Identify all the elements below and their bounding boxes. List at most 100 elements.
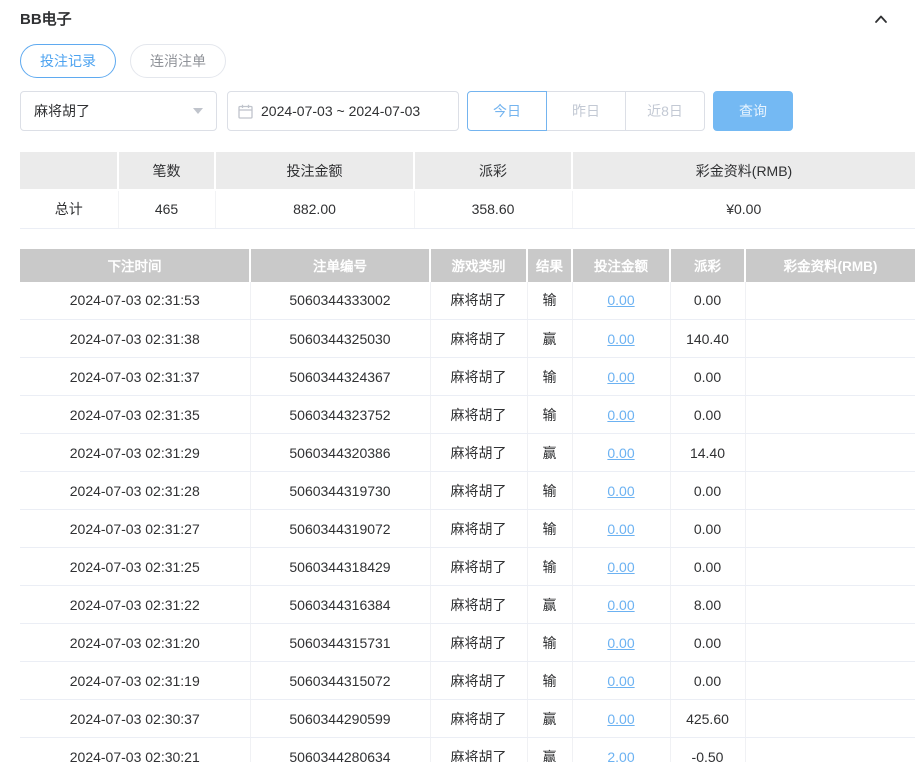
cell-result: 输 bbox=[527, 471, 573, 510]
header-result: 结果 bbox=[527, 248, 573, 282]
cell-game: 麻将胡了 bbox=[430, 471, 528, 510]
page-title: BB电子 bbox=[20, 11, 72, 28]
cell-game: 麻将胡了 bbox=[430, 395, 528, 434]
cell-result: 输 bbox=[527, 281, 573, 320]
bet-amount-link[interactable]: 0.00 bbox=[607, 521, 634, 537]
filter-bar: 麻将胡了 2024-07-03 ~ 2024-07-03 今日 昨日 近8日 查… bbox=[0, 78, 917, 131]
bet-amount-link[interactable]: 0.00 bbox=[607, 445, 634, 461]
cell-order-no: 5060344319730 bbox=[250, 471, 431, 510]
table-row: 2024-07-03 02:31:28 5060344319730 麻将胡了输 0.0… bbox=[20, 471, 915, 510]
bet-amount-link[interactable]: 0.00 bbox=[607, 407, 634, 423]
table-row: 2024-07-03 02:31:25 5060344318429 麻将胡了输 0.0… bbox=[20, 547, 915, 586]
bet-amount-link[interactable]: 0.00 bbox=[607, 483, 634, 499]
bet-amount-link[interactable]: 0.00 bbox=[607, 597, 634, 613]
cell-payout: -0.50 bbox=[670, 737, 746, 762]
cell-order-no: 5060344324367 bbox=[250, 357, 431, 396]
summary-table: 笔数 投注金额 派彩 彩金资料(RMB) 总计 465 882.00 358.6… bbox=[20, 152, 915, 229]
cell-bet: 0.00 bbox=[572, 661, 671, 700]
cell-order-no: 5060344315072 bbox=[250, 661, 431, 700]
bet-amount-link[interactable]: 2.00 bbox=[607, 749, 634, 762]
cell-payout: 0.00 bbox=[670, 661, 746, 700]
tab-label: 连消注单 bbox=[150, 53, 206, 69]
bet-amount-link[interactable]: 0.00 bbox=[607, 331, 634, 347]
cell-bonus bbox=[745, 509, 915, 548]
panel-header: BB电子 bbox=[0, 0, 917, 29]
bet-records-table: 下注时间 注单编号 游戏类别 结果 投注金额 派彩 彩金资料(RMB) 2024… bbox=[20, 248, 915, 762]
cell-bet: 0.00 bbox=[572, 623, 671, 662]
collapse-panel-button[interactable] bbox=[871, 9, 891, 29]
cell-bet: 0.00 bbox=[572, 395, 671, 434]
table-row: 2024-07-03 02:31:27 5060344319072 麻将胡了输 0.0… bbox=[20, 509, 915, 548]
cell-result: 输 bbox=[527, 623, 573, 662]
cell-bet: 0.00 bbox=[572, 509, 671, 548]
cell-result: 赢 bbox=[527, 737, 573, 762]
summary-header-blank bbox=[20, 152, 119, 191]
header-bet-time: 下注时间 bbox=[20, 248, 251, 282]
header-bet-amount: 投注金额 bbox=[572, 248, 671, 282]
cell-game: 麻将胡了 bbox=[430, 699, 528, 738]
range-yesterday-button[interactable]: 昨日 bbox=[546, 91, 626, 131]
date-range-value: 2024-07-03 ~ 2024-07-03 bbox=[261, 103, 421, 119]
cell-bet: 0.00 bbox=[572, 547, 671, 586]
cell-result: 输 bbox=[527, 357, 573, 396]
cell-payout: 0.00 bbox=[670, 547, 746, 586]
tab-bar: 投注记录 连消注单 bbox=[0, 29, 917, 78]
summary-total-row: 总计 465 882.00 358.60 ¥0.00 bbox=[20, 190, 915, 229]
cell-game: 麻将胡了 bbox=[430, 661, 528, 700]
table-row: 2024-07-03 02:31:38 5060344325030 麻将胡了赢 0.0… bbox=[20, 319, 915, 358]
cell-payout: 425.60 bbox=[670, 699, 746, 738]
cell-result: 赢 bbox=[527, 699, 573, 738]
range-today-button[interactable]: 今日 bbox=[467, 91, 547, 131]
cell-time: 2024-07-03 02:31:19 bbox=[20, 661, 251, 700]
cell-payout: 0.00 bbox=[670, 357, 746, 396]
summary-header-bet-amount: 投注金额 bbox=[215, 152, 415, 191]
summary-total-bet-amount: 882.00 bbox=[215, 190, 415, 229]
cell-result: 输 bbox=[527, 395, 573, 434]
cell-payout: 8.00 bbox=[670, 585, 746, 624]
cell-bonus bbox=[745, 395, 915, 434]
cell-payout: 140.40 bbox=[670, 319, 746, 358]
cell-bonus bbox=[745, 623, 915, 662]
bet-amount-link[interactable]: 0.00 bbox=[607, 711, 634, 727]
header-game-type: 游戏类别 bbox=[430, 248, 528, 282]
date-range-picker[interactable]: 2024-07-03 ~ 2024-07-03 bbox=[227, 91, 459, 131]
bet-amount-link[interactable]: 0.00 bbox=[607, 292, 634, 308]
summary-total-payout: 358.60 bbox=[414, 190, 573, 229]
cell-game: 麻将胡了 bbox=[430, 585, 528, 624]
bet-amount-link[interactable]: 0.00 bbox=[607, 673, 634, 689]
table-row: 2024-07-03 02:31:19 5060344315072 麻将胡了输 0.0… bbox=[20, 661, 915, 700]
range-last8days-button[interactable]: 近8日 bbox=[625, 91, 705, 131]
chevron-up-icon bbox=[873, 11, 889, 27]
tab-bet-records[interactable]: 投注记录 bbox=[20, 44, 116, 78]
cell-payout: 0.00 bbox=[670, 281, 746, 320]
bet-amount-link[interactable]: 0.00 bbox=[607, 369, 634, 385]
cell-bet: 0.00 bbox=[572, 699, 671, 738]
summary-header-payout: 派彩 bbox=[414, 152, 573, 191]
cell-bet: 0.00 bbox=[572, 281, 671, 320]
header-order-number: 注单编号 bbox=[250, 248, 431, 282]
query-button[interactable]: 查询 bbox=[713, 91, 793, 131]
cell-order-no: 5060344323752 bbox=[250, 395, 431, 434]
cell-game: 麻将胡了 bbox=[430, 319, 528, 358]
tab-cancelled-orders[interactable]: 连消注单 bbox=[130, 44, 226, 78]
summary-header-row: 笔数 投注金额 派彩 彩金资料(RMB) bbox=[20, 152, 915, 191]
cell-order-no: 5060344320386 bbox=[250, 433, 431, 472]
cell-game: 麻将胡了 bbox=[430, 281, 528, 320]
bet-amount-link[interactable]: 0.00 bbox=[607, 635, 634, 651]
bet-amount-link[interactable]: 0.00 bbox=[607, 559, 634, 575]
tab-label: 投注记录 bbox=[40, 53, 96, 69]
bet-records-panel: BB电子 投注记录 连消注单 麻将胡了 2024-07-03 ~ 2024-07… bbox=[0, 0, 917, 762]
cell-time: 2024-07-03 02:31:20 bbox=[20, 623, 251, 662]
cell-time: 2024-07-03 02:31:29 bbox=[20, 433, 251, 472]
cell-order-no: 5060344318429 bbox=[250, 547, 431, 586]
game-select[interactable]: 麻将胡了 bbox=[20, 91, 217, 131]
table-row: 2024-07-03 02:31:53 5060344333002 麻将胡了输 0.0… bbox=[20, 281, 915, 320]
cell-game: 麻将胡了 bbox=[430, 509, 528, 548]
cell-result: 输 bbox=[527, 547, 573, 586]
quick-range-group: 今日 昨日 近8日 bbox=[467, 91, 705, 131]
cell-time: 2024-07-03 02:31:25 bbox=[20, 547, 251, 586]
cell-result: 输 bbox=[527, 509, 573, 548]
cell-bonus bbox=[745, 737, 915, 762]
cell-order-no: 5060344315731 bbox=[250, 623, 431, 662]
table-row: 2024-07-03 02:30:21 5060344280634 麻将胡了赢 2.0… bbox=[20, 737, 915, 762]
